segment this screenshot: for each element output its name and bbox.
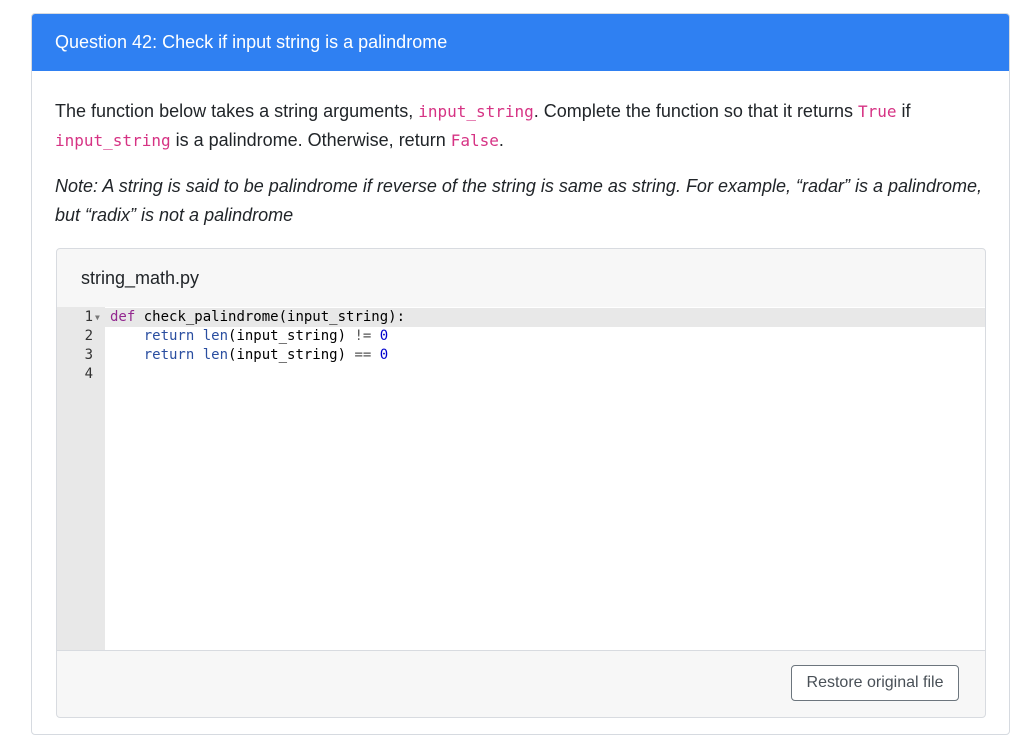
line-number: 2 xyxy=(84,328,93,344)
line-number: 4 xyxy=(84,366,93,382)
code-keyword: def xyxy=(110,309,136,325)
question-prompt: The function below takes a string argume… xyxy=(55,97,986,155)
prompt-text: is a palindrome. Otherwise, return xyxy=(170,130,451,150)
code-operator: == xyxy=(354,347,372,363)
code-line[interactable]: def check_palindrome(input_string): xyxy=(110,308,405,327)
fold-arrow-icon[interactable]: ▼ xyxy=(95,308,105,327)
code-builtin: len xyxy=(194,347,229,363)
line-number: 1 xyxy=(84,309,93,325)
inline-code-input-string: input_string xyxy=(55,131,171,150)
code-editor[interactable]: 1 ▼ 2 3 4 def check_palindrome(input_str… xyxy=(57,307,985,651)
file-panel: string_math.py 1 ▼ 2 3 4 def check_palin… xyxy=(56,248,986,718)
inline-code-input-string: input_string xyxy=(418,102,534,121)
inline-code-false: False xyxy=(450,131,499,150)
code-text: (input_string) xyxy=(228,347,355,363)
code-text: check_palindrome(input_string): xyxy=(135,309,406,325)
code-line[interactable]: return len(input_string) != 0 xyxy=(110,327,388,346)
question-card: Question 42: Check if input string is a … xyxy=(31,13,1010,735)
code-keyword: return xyxy=(143,328,195,344)
question-title: Question 42: Check if input string is a … xyxy=(55,32,448,52)
question-body: The function below takes a string argume… xyxy=(32,71,1009,230)
code-number: 0 xyxy=(371,347,389,363)
code-text: (input_string) xyxy=(228,328,355,344)
inline-code-true: True xyxy=(857,102,897,121)
code-line[interactable]: return len(input_string) == 0 xyxy=(110,346,388,365)
prompt-text: . Complete the function so that it retur… xyxy=(533,101,858,121)
prompt-text: if xyxy=(896,101,911,121)
code-keyword: return xyxy=(143,347,195,363)
code-builtin: len xyxy=(194,328,229,344)
code-operator: != xyxy=(354,328,372,344)
question-note: Note: A string is said to be palindrome … xyxy=(55,176,983,225)
restore-original-file-button[interactable]: Restore original file xyxy=(791,665,959,701)
prompt-text: . xyxy=(498,130,504,150)
line-number: 3 xyxy=(84,347,93,363)
prompt-text: The function below takes a string argume… xyxy=(55,101,419,121)
code-number: 0 xyxy=(371,328,389,344)
line-number-gutter: 1 ▼ 2 3 4 xyxy=(57,307,105,650)
file-name: string_math.py xyxy=(57,249,985,308)
question-header: Question 42: Check if input string is a … xyxy=(32,14,1009,71)
